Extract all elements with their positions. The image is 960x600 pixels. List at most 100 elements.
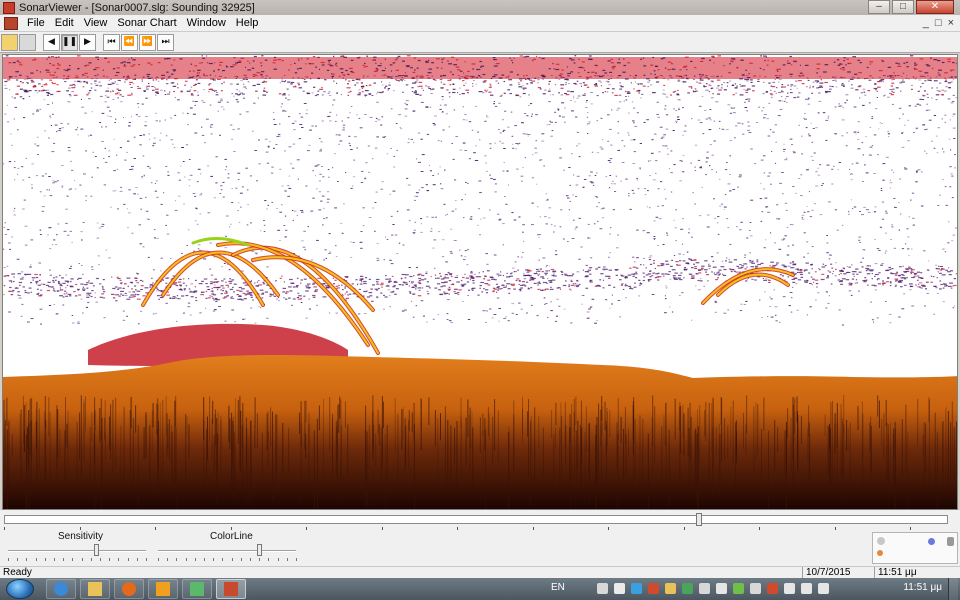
mdi-minimize-button[interactable]: _ <box>923 17 929 29</box>
go-end-icon[interactable]: ⏭ <box>157 33 174 51</box>
palette-blue-icon <box>928 538 935 545</box>
menu-sonar-chart[interactable]: Sonar Chart <box>112 15 181 31</box>
open-icon[interactable] <box>1 33 18 51</box>
menu-window[interactable]: Window <box>182 15 231 31</box>
slider-tick <box>213 558 214 561</box>
slider-tick <box>82 558 83 561</box>
sonar-image <box>3 55 957 509</box>
tray-item-icon[interactable] <box>682 583 693 594</box>
play-icon[interactable]: ▶ <box>79 33 96 51</box>
window-title: SonarViewer - [Sonar0007.slg: Sounding 3… <box>19 1 255 14</box>
sensitivity-track[interactable] <box>8 550 146 552</box>
tray-item-icon[interactable] <box>818 583 829 594</box>
go-start-icon[interactable]: ⏮ <box>103 33 120 51</box>
tray-item-icon[interactable] <box>801 583 812 594</box>
slider-tick <box>296 558 297 561</box>
print-icon[interactable] <box>19 33 36 51</box>
status-date: 10/7/2015 <box>802 567 872 578</box>
timeline-tick <box>306 527 307 530</box>
slider-tick <box>36 558 37 561</box>
slider-tick <box>158 558 159 561</box>
menu-help[interactable]: Help <box>231 15 264 31</box>
menu-view[interactable]: View <box>79 15 113 31</box>
tray-item-icon[interactable] <box>648 583 659 594</box>
ie-icon[interactable] <box>46 579 76 599</box>
pause-icon[interactable]: ❚❚ <box>61 33 78 51</box>
toolbar: ◀ ❚❚ ▶ ⏮ ⏪ ⏩ ⏭ <box>0 32 960 53</box>
timeline-tick <box>382 527 383 530</box>
slider-tick <box>167 558 168 561</box>
timeline-tick <box>155 527 156 530</box>
step-back-icon[interactable]: ◀ <box>43 33 60 51</box>
menu-file[interactable]: File <box>22 15 50 31</box>
media-player-icon[interactable] <box>148 579 178 599</box>
tray-item-icon[interactable] <box>767 583 778 594</box>
slider-tick <box>146 558 147 561</box>
timeline-ticks <box>4 527 948 531</box>
minimize-button[interactable]: – <box>868 0 890 14</box>
language-indicator[interactable]: EN <box>551 582 565 593</box>
sonar-display[interactable] <box>2 54 958 510</box>
taskbar: EN 11:51 μμ <box>0 578 960 600</box>
slider-tick <box>26 558 27 561</box>
system-tray: EN 11:51 μμ <box>545 578 960 600</box>
tray-item-icon[interactable] <box>716 583 727 594</box>
palette-scroll-icon[interactable] <box>947 537 954 546</box>
tray-item-icon[interactable] <box>597 583 608 594</box>
sensitivity-knob[interactable] <box>94 544 99 556</box>
colorline-knob[interactable] <box>257 544 262 556</box>
slider-tick <box>8 558 9 561</box>
tray-item-icon[interactable] <box>631 583 642 594</box>
slider-tick <box>222 558 223 561</box>
fast-rewind-icon[interactable]: ⏪ <box>121 33 138 51</box>
sonarviewer-icon[interactable] <box>216 579 246 599</box>
slider-tick <box>137 558 138 561</box>
tray-item-icon[interactable] <box>614 583 625 594</box>
firefox-icon[interactable] <box>114 579 144 599</box>
slider-tick <box>195 558 196 561</box>
photos-icon[interactable] <box>182 579 212 599</box>
timeline-tick <box>533 527 534 530</box>
timeline-tick <box>910 527 911 530</box>
colorline-track[interactable] <box>158 550 296 552</box>
window-controls: – □ ✕ <box>868 0 954 14</box>
mdi-close-button[interactable]: × <box>948 17 954 29</box>
tray-item-icon[interactable] <box>733 583 744 594</box>
mdi-restore-button[interactable]: □ <box>935 17 942 29</box>
maximize-button[interactable]: □ <box>892 0 914 14</box>
tray-item-icon[interactable] <box>750 583 761 594</box>
status-ready: Ready <box>3 567 32 578</box>
document-icon[interactable] <box>4 16 18 30</box>
timeline-track[interactable] <box>4 513 948 526</box>
palette-panel[interactable] <box>872 532 958 564</box>
menu-edit[interactable]: Edit <box>50 15 79 31</box>
slider-tick <box>91 558 92 561</box>
folder-icon[interactable] <box>80 579 110 599</box>
slider-tick <box>204 558 205 561</box>
slider-tick <box>268 558 269 561</box>
timeline-thumb[interactable] <box>696 513 702 526</box>
mdi-controls: _ □ × <box>923 17 954 29</box>
tray-item-icon[interactable] <box>665 583 676 594</box>
timeline-tick <box>684 527 685 530</box>
timeline-tick <box>835 527 836 530</box>
status-bar: Ready 10/7/2015 11:51 μμ <box>0 566 960 578</box>
timeline-tick <box>759 527 760 530</box>
timeline-tick <box>4 527 5 530</box>
close-button[interactable]: ✕ <box>916 0 954 14</box>
show-desktop-button[interactable] <box>948 578 958 600</box>
colorline-label: ColorLine <box>210 531 253 542</box>
slider-tick <box>54 558 55 561</box>
start-button[interactable] <box>6 579 34 599</box>
slider-tick <box>128 558 129 561</box>
slider-tick <box>118 558 119 561</box>
fast-forward-icon[interactable]: ⏩ <box>139 33 156 51</box>
sensitivity-ticks <box>8 558 147 561</box>
title-bar: SonarViewer - [Sonar0007.slg: Sounding 3… <box>0 0 960 15</box>
surface-band <box>3 57 957 79</box>
tray-item-icon[interactable] <box>699 583 710 594</box>
taskbar-clock[interactable]: 11:51 μμ <box>903 582 942 593</box>
menu-bar: File Edit View Sonar Chart Window Help _… <box>0 15 960 32</box>
tray-item-icon[interactable] <box>784 583 795 594</box>
palette-gray-icon <box>877 537 885 545</box>
